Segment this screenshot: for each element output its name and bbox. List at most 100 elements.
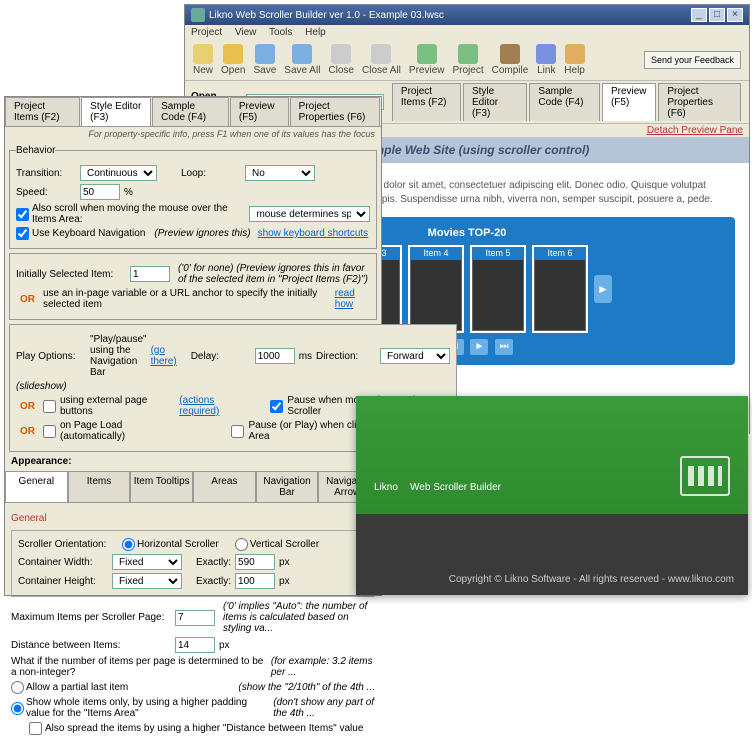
save-icon	[255, 44, 275, 64]
transition-select[interactable]: Continuous	[80, 165, 157, 181]
save-button[interactable]: Save	[253, 44, 276, 76]
ed-tab-style-editor[interactable]: Style Editor (F3)	[81, 97, 151, 126]
subtab-tooltips[interactable]: Item Tooltips	[130, 471, 193, 502]
use-kb-checkbox[interactable]	[16, 227, 29, 240]
close-button[interactable]: ×	[727, 8, 743, 22]
container-width-input[interactable]	[235, 554, 275, 570]
scroller-next-arrow[interactable]: ►	[594, 275, 612, 303]
pause-click-checkbox[interactable]	[231, 425, 244, 438]
open-icon	[223, 44, 243, 64]
nav-next[interactable]: ►	[470, 339, 488, 355]
orientation-label: Scroller Orientation:	[18, 539, 118, 550]
editor-hint: For property-specific info, press F1 whe…	[5, 127, 381, 141]
splash-screen: Likno Web Scroller Builder Copyright © L…	[356, 396, 748, 595]
maximize-button[interactable]: □	[709, 8, 725, 22]
show-shortcuts-link[interactable]: show keyboard shortcuts	[258, 228, 369, 239]
also-spread-checkbox[interactable]	[29, 722, 42, 735]
menu-view[interactable]: View	[235, 27, 257, 38]
also-scroll-select[interactable]: mouse determines speed	[249, 206, 370, 222]
close-all-button[interactable]: Close All	[362, 44, 401, 76]
movie-item-5[interactable]: Item 5	[470, 245, 526, 333]
play-options-label: Play Options:	[16, 351, 86, 362]
tab-style-editor[interactable]: Style Editor (F3)	[463, 83, 527, 121]
direction-select[interactable]: Forward	[380, 348, 450, 364]
show-whole-radio[interactable]	[11, 702, 24, 715]
project-button[interactable]: Project	[452, 44, 483, 76]
actions-required-link[interactable]: (actions required)	[179, 395, 252, 417]
ed-tab-project-properties[interactable]: Project Properties (F6)	[290, 97, 380, 126]
px-label-2: px	[279, 576, 290, 587]
save-all-icon	[292, 44, 312, 64]
splash-logo-icon	[680, 456, 730, 496]
movie-item-6[interactable]: Item 6	[532, 245, 588, 333]
loop-select[interactable]: No	[245, 165, 315, 181]
delay-input[interactable]	[255, 348, 295, 364]
also-scroll-checkbox[interactable]	[16, 208, 29, 221]
init-item-section: Initially Selected Item: ('0' for none) …	[9, 253, 377, 320]
detach-preview-link[interactable]: Detach Preview Pane	[647, 125, 743, 136]
subtab-areas[interactable]: Areas	[193, 471, 256, 502]
behavior-section: Behavior Transition: Continuous Loop: No…	[9, 145, 377, 249]
link-button[interactable]: Link	[536, 44, 556, 76]
tab-preview[interactable]: Preview (F5)	[602, 83, 656, 121]
tab-project-items[interactable]: Project Items (F2)	[392, 83, 461, 121]
distance-label: Distance between Items:	[11, 640, 171, 651]
poster-icon	[534, 259, 586, 331]
init-item-label: Initially Selected Item:	[16, 269, 126, 280]
tab-sample-code[interactable]: Sample Code (F4)	[529, 83, 600, 121]
general-header: General	[11, 513, 375, 524]
on-page-load-checkbox[interactable]	[43, 425, 56, 438]
save-all-button[interactable]: Save All	[284, 44, 320, 76]
ed-tab-project-items[interactable]: Project Items (F2)	[5, 97, 80, 126]
help-button[interactable]: Help	[564, 44, 585, 76]
close-proj-button[interactable]: Close	[328, 44, 354, 76]
subtab-navbar[interactable]: Navigation Bar	[256, 471, 319, 502]
also-spread-label: Also spread the items by using a higher …	[45, 723, 363, 734]
speed-input[interactable]	[80, 184, 120, 200]
subtab-items[interactable]: Items	[68, 471, 131, 502]
subtab-general[interactable]: General	[5, 471, 68, 502]
movie-item-4[interactable]: Item 4	[408, 245, 464, 333]
speed-unit: %	[124, 187, 133, 198]
max-items-label: Maximum Items per Scroller Page:	[11, 612, 171, 623]
go-there-link[interactable]: (go there)	[151, 345, 177, 367]
orient-vertical-radio[interactable]	[235, 538, 248, 551]
container-height-mode[interactable]: Fixed	[112, 573, 182, 589]
ed-tab-sample-code[interactable]: Sample Code (F4)	[152, 97, 229, 126]
container-width-mode[interactable]: Fixed	[112, 554, 182, 570]
poster-icon	[410, 259, 462, 331]
init-item-input[interactable]	[130, 266, 170, 282]
minimize-button[interactable]: _	[691, 8, 707, 22]
menu-tools[interactable]: Tools	[269, 27, 292, 38]
exactly-label: Exactly:	[196, 557, 231, 568]
splash-top: Likno Web Scroller Builder	[356, 396, 748, 514]
splash-copyright: Copyright © Likno Software - All rights …	[449, 574, 734, 585]
play-desc: "Play/pause" using the Navigation Bar	[90, 334, 147, 378]
close-all-icon	[371, 44, 391, 64]
compile-icon	[500, 44, 520, 64]
menu-project[interactable]: Project	[191, 27, 222, 38]
menu-help[interactable]: Help	[305, 27, 326, 38]
nav-last[interactable]: ⏭	[495, 339, 513, 355]
orient-horizontal-radio[interactable]	[122, 538, 135, 551]
max-items-input[interactable]	[175, 610, 215, 626]
pause-mouse-checkbox[interactable]	[270, 400, 283, 413]
compile-button[interactable]: Compile	[492, 44, 529, 76]
open-button[interactable]: Open	[221, 44, 245, 76]
dont-show-note: (don't show any part of the 4th ...	[273, 697, 375, 719]
also-scroll-label: Also scroll when moving the mouse over t…	[32, 203, 246, 225]
read-how-link[interactable]: read how	[335, 288, 370, 310]
use-kb-label: Use Keyboard Navigation	[32, 228, 145, 239]
titlebar[interactable]: Likno Web Scroller Builder ver 1.0 - Exa…	[185, 5, 749, 25]
new-button[interactable]: New	[193, 44, 213, 76]
feedback-button[interactable]: Send your Feedback	[644, 51, 741, 70]
distance-input[interactable]	[175, 637, 215, 653]
window-controls: _ □ ×	[691, 8, 743, 22]
container-height-input[interactable]	[235, 573, 275, 589]
allow-partial-radio[interactable]	[11, 681, 24, 694]
transition-label: Transition:	[16, 168, 76, 179]
preview-button[interactable]: Preview	[409, 44, 445, 76]
external-buttons-checkbox[interactable]	[43, 400, 56, 413]
tab-project-properties[interactable]: Project Properties (F6)	[658, 83, 741, 121]
ed-tab-preview[interactable]: Preview (F5)	[230, 97, 289, 126]
